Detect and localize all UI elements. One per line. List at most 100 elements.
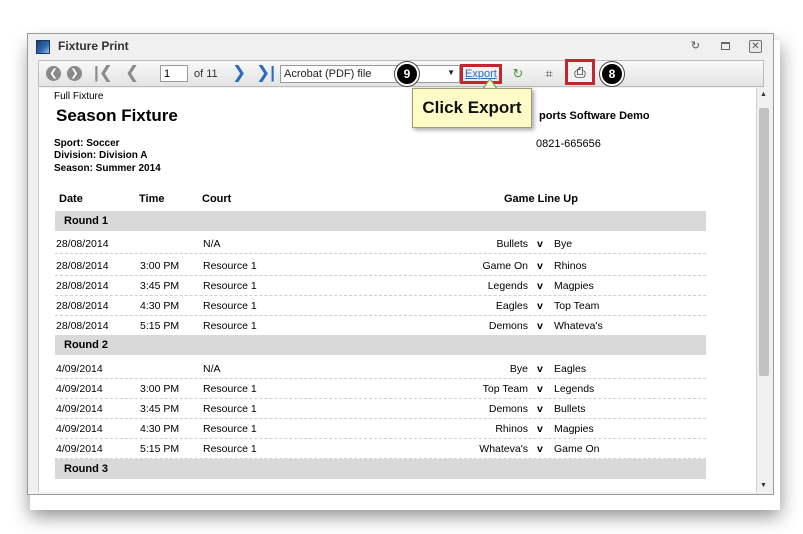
versus-label: v: [537, 423, 543, 435]
click-export-tooltip: Click Export: [412, 88, 532, 128]
app-icon: [36, 40, 50, 54]
callout-number-8: 8: [600, 62, 624, 86]
fixture-row: 4/09/2014 N/A Bye v Eagles: [55, 359, 706, 379]
search-report-icon[interactable]: ⌗: [538, 64, 560, 84]
report-toolbar: ❮ ❯ |❮ ❮ of 11 ❯ ❯| Acrobat (PDF) file ▼…: [38, 59, 764, 87]
page-number-input[interactable]: [160, 65, 188, 82]
fixture-court: Resource 1: [203, 423, 257, 435]
next-page-icon[interactable]: ❯: [232, 63, 246, 83]
fixture-row: 4/09/2014 3:45 PM Resource 1 Demons v Bu…: [55, 399, 706, 419]
fixture-date: 28/08/2014: [56, 300, 109, 312]
callout-number-9: 9: [395, 62, 419, 86]
print-button[interactable]: ⎙: [565, 59, 595, 85]
home-team: Game On: [482, 260, 528, 272]
versus-label: v: [537, 280, 543, 292]
fixture-date: 4/09/2014: [56, 423, 103, 435]
dropdown-arrow-icon: ▼: [447, 68, 455, 77]
scroll-down-icon[interactable]: ▼: [760, 482, 767, 489]
refresh-icon[interactable]: ↻: [689, 40, 702, 53]
fixture-date: 4/09/2014: [56, 443, 103, 455]
versus-label: v: [537, 300, 543, 312]
versus-label: v: [537, 320, 543, 332]
fixture-court: Resource 1: [203, 300, 257, 312]
home-team: Eagles: [495, 300, 528, 312]
away-team: Bye: [554, 238, 573, 250]
versus-label: v: [537, 238, 543, 250]
fixture-time: 3:00 PM: [140, 260, 180, 272]
report-title: Season Fixture: [56, 106, 178, 125]
home-team: Demons: [488, 403, 528, 415]
page-count-label: of 11: [194, 68, 218, 80]
fixture-row: 4/09/2014 5:15 PM Resource 1 Whateva's v…: [55, 439, 706, 459]
first-page-icon[interactable]: |❮: [94, 63, 113, 83]
fixture-time: 3:00 PM: [140, 383, 180, 395]
versus-label: v: [537, 383, 543, 395]
fixture-time: 4:30 PM: [140, 300, 180, 312]
home-team: Rhinos: [495, 423, 528, 435]
export-format-value: Acrobat (PDF) file: [284, 68, 372, 80]
fixture-court: Resource 1: [203, 260, 257, 272]
printer-icon: ⎙: [574, 64, 586, 80]
vertical-scrollbar[interactable]: ▲ ▼: [756, 88, 770, 492]
close-button[interactable]: ✕: [749, 40, 762, 53]
fixture-row: 28/08/2014 N/A Bullets v Bye: [55, 234, 706, 254]
away-team: Top Team: [554, 300, 600, 312]
away-team: Eagles: [554, 363, 587, 375]
export-format-select[interactable]: Acrobat (PDF) file ▼: [280, 65, 460, 83]
away-team: Magpies: [554, 423, 594, 435]
sport-label: Sport: Soccer: [54, 138, 120, 149]
fixture-date: 4/09/2014: [56, 383, 103, 395]
fixture-court: N/A: [203, 238, 221, 250]
fixture-time: 4:30 PM: [140, 423, 180, 435]
fixture-court: Resource 1: [203, 403, 257, 415]
fixture-row: 28/08/2014 5:15 PM Resource 1 Demons v W…: [55, 316, 706, 336]
season-label: Season: Summer 2014: [54, 163, 161, 174]
fixture-row: 4/09/2014 3:00 PM Resource 1 Top Team v …: [55, 379, 706, 399]
fixture-date: 4/09/2014: [56, 403, 103, 415]
away-team: Legends: [554, 383, 595, 395]
window-title: Fixture Print: [58, 39, 129, 53]
scroll-up-icon[interactable]: ▲: [760, 91, 767, 98]
fixture-date: 28/08/2014: [56, 280, 109, 292]
fixture-print-window: Fixture Print ↻ ✕ ❮ ❯ |❮ ❮ of 11 ❯ ❯| Ac…: [27, 33, 774, 495]
first-page-circle-button[interactable]: ❮: [46, 66, 61, 81]
fixture-date: 4/09/2014: [56, 363, 103, 375]
fixture-row: 28/08/2014 3:00 PM Resource 1 Game On v …: [55, 256, 706, 276]
away-team: Game On: [554, 443, 600, 455]
home-team: Demons: [488, 320, 528, 332]
fixture-date: 28/08/2014: [56, 320, 109, 332]
fixture-time: 5:15 PM: [140, 320, 180, 332]
fixture-court: Resource 1: [203, 443, 257, 455]
column-header-lineup: Game Line Up: [504, 193, 578, 205]
report-viewer: Full Fixture Season Fixture ports Softwa…: [38, 88, 756, 492]
versus-label: v: [537, 403, 543, 415]
previous-page-icon[interactable]: ❮: [125, 63, 139, 83]
column-header-date: Date: [59, 193, 83, 205]
fixture-date: 28/08/2014: [56, 238, 109, 250]
away-team: Rhinos: [554, 260, 587, 272]
versus-label: v: [537, 260, 543, 272]
maximize-button[interactable]: [719, 40, 732, 53]
fixture-row: 4/09/2014 4:30 PM Resource 1 Rhinos v Ma…: [55, 419, 706, 439]
scroll-thumb[interactable]: [759, 108, 769, 376]
round-header: Round 3: [55, 459, 706, 479]
fixture-row: 28/08/2014 4:30 PM Resource 1 Eagles v T…: [55, 296, 706, 316]
fixture-court: Resource 1: [203, 320, 257, 332]
title-bar: Fixture Print ↻ ✕: [28, 34, 773, 60]
round-header: Round 1: [55, 211, 706, 231]
fixture-court: Resource 1: [203, 383, 257, 395]
organisation-phone: 0821-665656: [536, 138, 601, 150]
home-team: Bye: [509, 363, 528, 375]
away-team: Bullets: [554, 403, 586, 415]
away-team: Magpies: [554, 280, 594, 292]
last-page-icon[interactable]: ❯|: [256, 63, 275, 83]
division-label: Division: Division A: [54, 150, 148, 161]
maximize-icon: [721, 42, 730, 50]
home-team: Bullets: [496, 238, 528, 250]
home-team: Top Team: [482, 383, 528, 395]
last-page-circle-button[interactable]: ❯: [67, 66, 82, 81]
report-name: Full Fixture: [54, 91, 104, 102]
home-team: Whateva's: [479, 443, 528, 455]
refresh-report-icon[interactable]: ↻: [507, 64, 529, 84]
fixture-time: 3:45 PM: [140, 403, 180, 415]
